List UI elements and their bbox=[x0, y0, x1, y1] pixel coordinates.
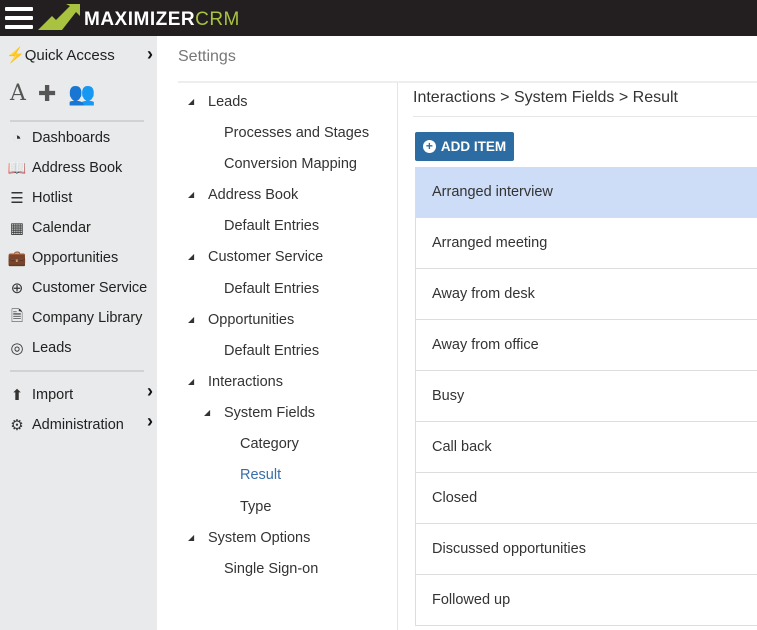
list-item[interactable]: Away from desk bbox=[415, 269, 757, 320]
book-icon: 📖 bbox=[7, 160, 27, 177]
divider bbox=[413, 116, 757, 117]
sidebar: ⚡Quick Access › A ✚ 👥 ◔ Dashboards 📖 Addres… bbox=[0, 36, 157, 630]
expand-triangle-icon[interactable]: ◢ bbox=[188, 315, 194, 324]
medical-kit-icon[interactable]: ✚ bbox=[38, 81, 56, 107]
expand-triangle-icon[interactable]: ◢ bbox=[188, 377, 194, 386]
chevron-right-icon[interactable]: › bbox=[147, 381, 153, 402]
items-list: Arranged interview Arranged meeting Away f… bbox=[415, 167, 757, 626]
expand-triangle-icon[interactable]: ◢ bbox=[188, 252, 194, 261]
add-item-button[interactable]: + ADD ITEM bbox=[415, 132, 514, 161]
expand-triangle-icon[interactable]: ◢ bbox=[188, 97, 194, 106]
sidebar-item-hotlist[interactable]: ☰ Hotlist bbox=[6, 187, 72, 209]
tree-item[interactable]: Default Entries bbox=[224, 343, 319, 363]
gear-icon: ⚙ bbox=[10, 417, 24, 434]
sidebar-item-import[interactable]: ⬆ Import bbox=[6, 384, 73, 406]
tree-item[interactable]: Processes and Stages bbox=[224, 125, 369, 145]
tree-item[interactable]: Opportunities bbox=[208, 312, 294, 332]
quick-access[interactable]: ⚡Quick Access bbox=[6, 46, 115, 64]
list-item[interactable]: Call back bbox=[415, 422, 757, 473]
list-item[interactable]: Away from office bbox=[415, 320, 757, 371]
divider bbox=[10, 120, 144, 122]
tree-item[interactable]: Address Book bbox=[208, 187, 298, 207]
sidebar-item-dashboards[interactable]: ◔ Dashboards bbox=[6, 127, 110, 149]
brand-logo: MAXIMIZERCRM bbox=[84, 9, 240, 30]
divider bbox=[178, 81, 757, 83]
maximizer-logo-icon bbox=[38, 4, 80, 30]
list-item[interactable]: Followed up bbox=[415, 575, 757, 626]
hamburger-menu-icon[interactable] bbox=[5, 7, 33, 29]
breadcrumb: Interactions > System Fields > Result bbox=[413, 89, 678, 106]
tree-item[interactable]: Customer Service bbox=[208, 249, 323, 269]
sidebar-item-address-book[interactable]: 📖 Address Book bbox=[6, 157, 123, 179]
list-item[interactable]: Busy bbox=[415, 371, 757, 422]
lifebuoy-icon: ⊕ bbox=[10, 280, 24, 297]
expand-triangle-icon[interactable]: ◢ bbox=[188, 190, 194, 199]
sidebar-item-company-library[interactable]: 🗎 Company Library bbox=[6, 307, 142, 329]
tree-item[interactable]: Default Entries bbox=[224, 218, 319, 238]
chevron-right-icon[interactable]: › bbox=[147, 411, 153, 432]
sidebar-item-customer-service[interactable]: ⊕ Customer Service bbox=[6, 277, 148, 299]
tree-item[interactable]: Conversion Mapping bbox=[224, 156, 357, 176]
tree-item[interactable]: Default Entries bbox=[224, 281, 319, 301]
divider bbox=[10, 370, 144, 372]
tree-item[interactable]: Single Sign-on bbox=[224, 561, 318, 581]
tree-item[interactable]: Type bbox=[240, 499, 271, 519]
chevron-right-icon[interactable]: › bbox=[147, 44, 153, 65]
font-icon[interactable]: A bbox=[10, 81, 26, 107]
sidebar-item-administration[interactable]: ⚙ Administration bbox=[6, 414, 124, 436]
list-icon: ☰ bbox=[10, 190, 24, 207]
divider bbox=[397, 83, 398, 630]
briefcase-icon: 💼 bbox=[7, 250, 27, 267]
sidebar-item-leads[interactable]: ◎ Leads bbox=[6, 337, 71, 359]
page-title: Settings bbox=[178, 48, 236, 65]
list-item[interactable]: Arranged meeting bbox=[415, 218, 757, 269]
plus-circle-icon: + bbox=[422, 140, 436, 153]
users-icon[interactable]: 👥 bbox=[68, 81, 95, 107]
tree-item[interactable]: Leads bbox=[208, 94, 248, 114]
tree-item[interactable]: Result bbox=[240, 467, 281, 487]
target-icon: ◎ bbox=[10, 340, 24, 357]
tree-item[interactable]: Interactions bbox=[208, 374, 283, 394]
tree-item[interactable]: Category bbox=[240, 436, 299, 456]
calendar-icon: ▦ bbox=[9, 220, 25, 237]
document-icon: 🗎 bbox=[10, 307, 24, 325]
list-item[interactable]: Arranged interview bbox=[415, 167, 757, 218]
top-bar: MAXIMIZERCRM bbox=[0, 0, 757, 36]
list-item[interactable]: Closed bbox=[415, 473, 757, 524]
upload-icon: ⬆ bbox=[10, 387, 24, 404]
sidebar-item-opportunities[interactable]: 💼 Opportunities bbox=[6, 247, 119, 269]
expand-triangle-icon[interactable]: ◢ bbox=[188, 533, 194, 542]
gauge-icon: ◔ bbox=[12, 129, 22, 147]
tree-item[interactable]: System Fields bbox=[224, 405, 315, 425]
expand-triangle-icon[interactable]: ◢ bbox=[204, 408, 210, 417]
sidebar-item-calendar[interactable]: ▦ Calendar bbox=[6, 217, 91, 239]
list-item[interactable]: Discussed opportunities bbox=[415, 524, 757, 575]
tree-item[interactable]: System Options bbox=[208, 530, 310, 550]
